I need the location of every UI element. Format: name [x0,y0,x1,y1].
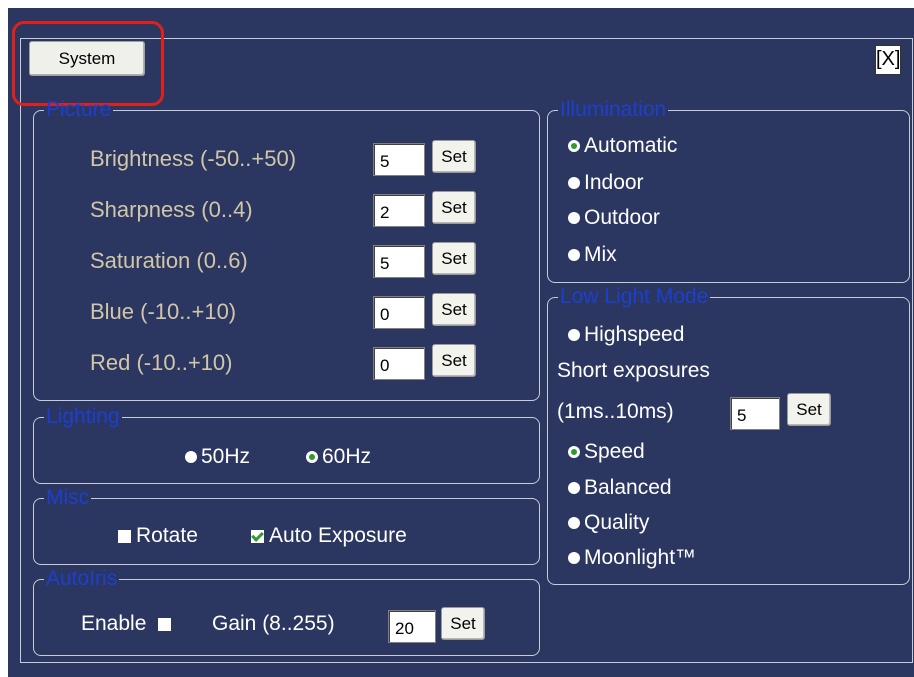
red-label: Red (-10..+10) [90,350,233,375]
radio-indoor-label: Indoor [584,171,644,194]
auto-exposure-checkbox-box[interactable] [251,529,264,543]
radio-highspeed-indicator[interactable] [568,329,580,342]
saturation-label: Saturation (0..6) [90,248,248,273]
gain-set-button[interactable]: Set [441,607,485,640]
radio-moonlight-indicator[interactable] [568,552,580,565]
radio-outdoor-label: Outdoor [584,206,660,229]
sharpness-set-button[interactable]: Set [432,191,476,224]
radio-balanced-label: Balanced [584,476,672,499]
radio-60hz-indicator[interactable] [306,451,318,464]
blue-set-button[interactable]: Set [432,293,476,326]
radio-quality[interactable]: Quality [568,511,649,535]
radio-outdoor-indicator[interactable] [568,212,580,225]
radio-balanced[interactable]: Balanced [568,476,672,500]
radio-mix-indicator[interactable] [568,249,580,262]
radio-automatic-label: Automatic [584,134,678,157]
radio-outdoor[interactable]: Outdoor [568,206,660,230]
radio-50hz[interactable]: 50Hz [185,445,250,469]
radio-highspeed[interactable]: Highspeed [568,323,684,347]
gain-label: Gain (8..255) [212,612,335,635]
brightness-label: Brightness (-50..+50) [90,146,297,171]
enable-label: Enable [81,612,147,635]
exposure-input[interactable] [730,397,780,430]
auto-exposure-label: Auto Exposure [269,524,407,547]
auto-exposure-checkbox[interactable]: Auto Exposure [251,524,407,548]
saturation-input[interactable] [373,245,425,278]
radio-speed[interactable]: Speed [568,440,645,464]
low-light-mode-legend: Low Light Mode [560,285,709,308]
radio-automatic-indicator[interactable] [568,140,580,153]
radio-50hz-indicator[interactable] [185,451,197,464]
system-button[interactable]: System [29,41,145,76]
radio-mix-label: Mix [584,243,617,266]
lighting-legend: Lighting [46,405,120,428]
sharpness-input[interactable] [373,194,425,227]
radio-50hz-label: 50Hz [201,445,251,468]
short-exposures-label: Short exposures [557,359,710,382]
blue-input[interactable] [373,296,425,329]
radio-balanced-indicator[interactable] [568,482,580,495]
radio-highspeed-label: Highspeed [584,323,685,346]
enable-checkbox[interactable]: Enable [81,612,176,636]
red-set-button[interactable]: Set [432,344,476,377]
radio-indoor[interactable]: Indoor [568,171,644,195]
radio-60hz-label: 60Hz [322,445,372,468]
gain-input[interactable] [388,610,436,643]
blue-label: Blue (-10..+10) [90,299,237,324]
autoiris-legend: AutoIris [46,567,118,590]
rotate-checkbox-box[interactable] [118,529,131,543]
misc-legend: Misc [46,486,90,509]
picture-legend: Picture [46,98,112,121]
saturation-set-button[interactable]: Set [432,242,476,275]
radio-quality-indicator[interactable] [568,517,580,530]
sharpness-label: Sharpness (0..4) [90,197,253,222]
lighting-group: Lighting [33,405,540,484]
radio-quality-label: Quality [584,511,650,534]
radio-speed-indicator[interactable] [568,446,580,459]
radio-moonlight-label: Moonlight™ [584,546,697,569]
red-input[interactable] [373,347,425,380]
radio-moonlight[interactable]: Moonlight™ [568,546,696,570]
brightness-set-button[interactable]: Set [432,140,476,173]
enable-checkbox-box[interactable] [158,617,172,631]
radio-mix[interactable]: Mix [568,243,617,267]
rotate-label: Rotate [136,524,198,547]
radio-60hz[interactable]: 60Hz [306,445,371,469]
illumination-legend: Illumination [560,98,667,121]
exposure-set-button[interactable]: Set [787,393,831,426]
exposure-range-label: (1ms..10ms) [557,400,674,423]
radio-automatic[interactable]: Automatic [568,134,677,158]
rotate-checkbox[interactable]: Rotate [118,524,198,548]
radio-speed-label: Speed [584,440,645,463]
brightness-input[interactable] [373,143,425,176]
close-button[interactable]: [X] [875,45,901,75]
radio-indoor-indicator[interactable] [568,177,580,190]
